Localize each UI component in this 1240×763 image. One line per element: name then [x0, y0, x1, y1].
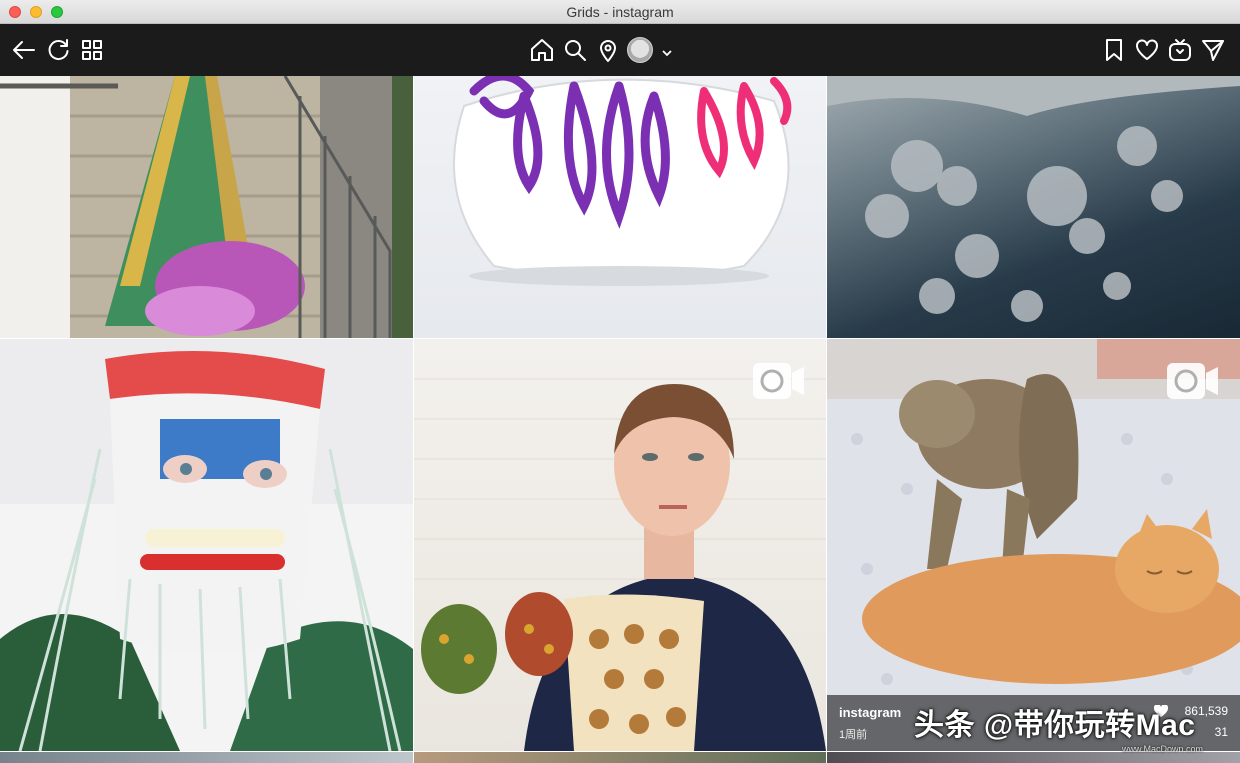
grid-post-yarn-sculpture[interactable] — [414, 76, 826, 338]
location-pin-icon[interactable] — [594, 36, 622, 64]
grid-post-artist-portrait[interactable] — [414, 339, 826, 751]
heart-icon[interactable] — [1133, 36, 1161, 64]
post-time-ago: 1周前 — [839, 729, 868, 741]
grid-post-cloud-landscape[interactable] — [827, 76, 1240, 338]
bookmark-icon[interactable] — [1100, 36, 1128, 64]
app-window: Grids - instagram instagram 1周前 861,539 … — [0, 0, 1240, 763]
igtv-icon[interactable] — [1166, 36, 1194, 64]
beaded-mask-image — [0, 351, 413, 751]
toolbar — [0, 24, 1240, 76]
yarn-sculpture-image — [453, 76, 792, 286]
comment-count: 31 — [1214, 725, 1228, 739]
avatar[interactable] — [627, 37, 653, 63]
direct-message-icon[interactable] — [1199, 36, 1227, 64]
refresh-icon[interactable] — [44, 36, 72, 64]
home-icon[interactable] — [528, 36, 556, 64]
photo-grid: instagram 1周前 861,539 31 — [0, 76, 1240, 763]
tinsel-stairs-image — [0, 76, 392, 338]
grid-post-beaded-mask[interactable] — [0, 339, 413, 751]
back-arrow-icon[interactable] — [10, 36, 38, 64]
search-icon[interactable] — [561, 36, 589, 64]
post-username[interactable]: instagram — [839, 705, 901, 720]
grid-post-tinsel-stairs[interactable] — [0, 76, 413, 338]
window-title: Grids - instagram — [566, 4, 674, 20]
chevron-down-icon[interactable] — [661, 45, 673, 57]
grid-post-row3-1[interactable] — [0, 752, 413, 763]
title-bar: Grids - instagram — [0, 0, 1240, 24]
video-camera-icon — [1166, 361, 1220, 401]
account-switcher[interactable] — [627, 37, 675, 63]
cloud-landscape-image — [827, 76, 1240, 338]
video-camera-icon — [752, 361, 806, 401]
grid-post-row3-2[interactable] — [414, 752, 826, 763]
watermark-url: www.MacDown.com — [1122, 744, 1204, 754]
watermark: 头条 @带你玩转Mac — [914, 709, 1196, 742]
grid-post-cats[interactable]: instagram 1周前 861,539 31 — [827, 339, 1240, 751]
grid-icon[interactable] — [78, 36, 106, 64]
